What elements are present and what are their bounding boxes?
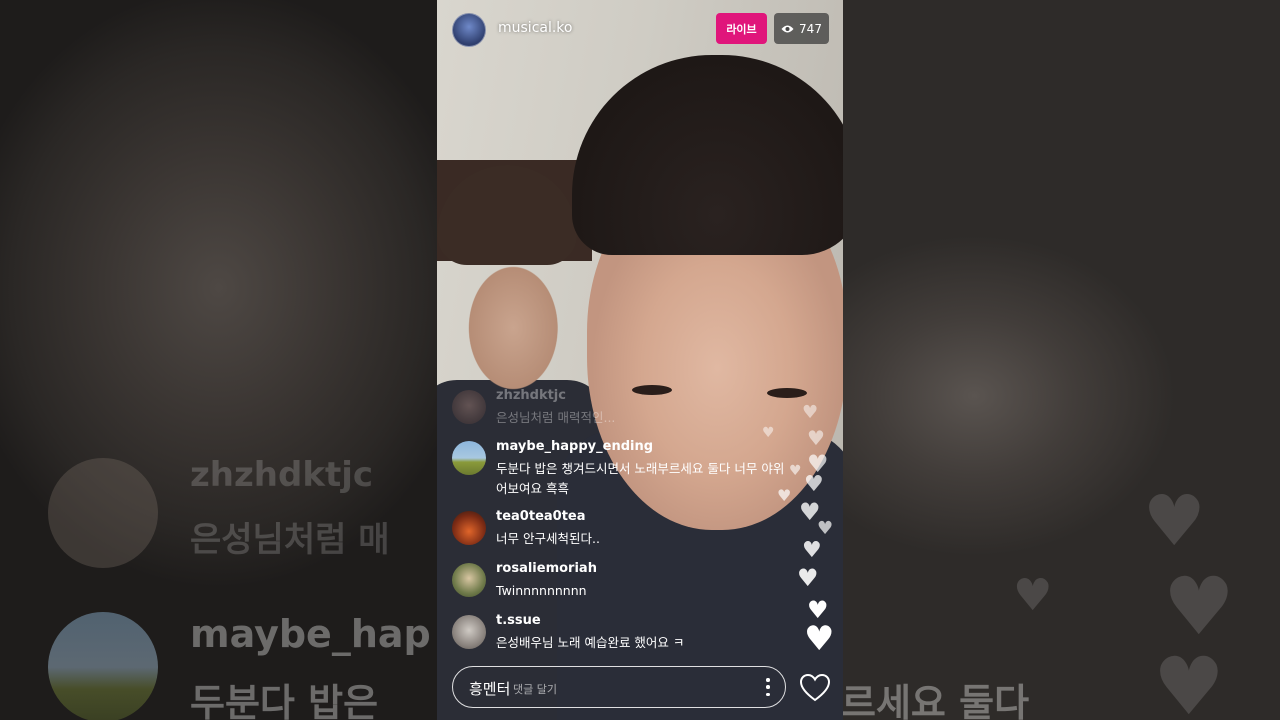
more-vertical-icon[interactable]: [765, 678, 771, 696]
comment-avatar[interactable]: [452, 441, 486, 475]
ghost-comment-right: 르세요 둘다: [843, 681, 1030, 720]
comment-text: 너무 안구세척된다..: [496, 531, 600, 546]
video-feed: [437, 0, 843, 720]
floating-heart-icon: ♥: [804, 472, 824, 497]
ghost-avatar-1: [48, 458, 158, 568]
eye-icon: [781, 25, 794, 32]
background-blur-left: zhzhdktjc 은성님처럼 매 maybe_hap 두분다 밥은: [0, 0, 437, 720]
comment-avatar[interactable]: [452, 615, 486, 649]
comment-avatar[interactable]: [452, 390, 486, 424]
comment-username[interactable]: rosaliemoriah: [496, 561, 597, 576]
floating-heart-icon: ♥: [802, 402, 819, 423]
comment-input[interactable]: 댓글 달기 흥멘터: [452, 666, 786, 708]
comment-item: t.ssue 은성배우님 노래 예습완료 했어요 ㅋ: [452, 613, 782, 653]
ghost-heart-icon: ♥: [1143, 480, 1206, 562]
ghost-username-1: zhzhdktjc: [190, 455, 373, 495]
floating-heart-icon: ♥: [817, 518, 834, 539]
comment-input-text: 흥멘터: [469, 680, 511, 698]
comment-username[interactable]: t.ssue: [496, 613, 541, 628]
floating-heart-icon: ♥: [807, 426, 825, 450]
floating-heart-icon: ♥: [802, 538, 822, 563]
comment-item: maybe_happy_ending 두분다 밥은 챙겨드시면서 노래부르세요 …: [452, 439, 784, 499]
ghost-heart-icon: ♥: [1153, 640, 1225, 720]
floating-heart-icon: ♥: [797, 564, 819, 592]
live-header: musical.ko 라이브 747: [437, 0, 843, 60]
ghost-comment-1: 은성님처럼 매: [190, 520, 390, 560]
comment-item: rosaliemoriah Twinnnnnnnnn: [452, 561, 782, 601]
floating-heart-icon: ♥: [804, 619, 835, 659]
viewer-count-button[interactable]: 747: [774, 13, 829, 44]
floating-heart-icon: ♥: [762, 425, 775, 441]
comment-text: 은성배우님 노래 예습완료 했어요 ㅋ: [496, 635, 685, 650]
comment-avatar[interactable]: [452, 511, 486, 545]
ghost-avatar-2: [48, 612, 158, 720]
comment-text: 은성님처럼 매력적인...: [496, 410, 616, 425]
ghost-username-2: maybe_hap: [190, 612, 431, 656]
comment-item: zhzhdktjc 은성님처럼 매력적인...: [452, 388, 782, 428]
floating-heart-icon: ♥: [777, 486, 792, 505]
comment-item: tea0tea0tea 너무 안구세척된다..: [452, 509, 782, 549]
comment-text: 두분다 밥은 챙겨드시면서 노래부르세요 둘다 너무 야위어보여요 흑흑: [496, 461, 785, 496]
live-stream-view: musical.ko 라이브 747 zhzhdktjc 은성님처럼 매력적인.…: [437, 0, 843, 720]
ghost-comment-2: 두분다 밥은: [190, 681, 379, 720]
comment-username[interactable]: maybe_happy_ending: [496, 439, 653, 454]
ghost-heart-icon: ♥: [1013, 570, 1053, 621]
background-blur-right: ♥ ♥ ♥ ♥ 르세요 둘다: [843, 0, 1280, 720]
comment-placeholder: 댓글 달기: [513, 683, 557, 696]
comment-avatar[interactable]: [452, 563, 486, 597]
broadcaster-username[interactable]: musical.ko: [498, 20, 572, 36]
comment-text: Twinnnnnnnnn: [496, 583, 587, 598]
comment-username[interactable]: zhzhdktjc: [496, 388, 566, 403]
floating-heart-icon: ♥: [789, 463, 802, 479]
broadcaster-avatar[interactable]: [452, 13, 486, 47]
live-badge: 라이브: [716, 13, 767, 44]
comment-username[interactable]: tea0tea0tea: [496, 509, 586, 524]
heart-outline-icon[interactable]: [800, 674, 830, 702]
viewer-count: 747: [799, 21, 822, 36]
